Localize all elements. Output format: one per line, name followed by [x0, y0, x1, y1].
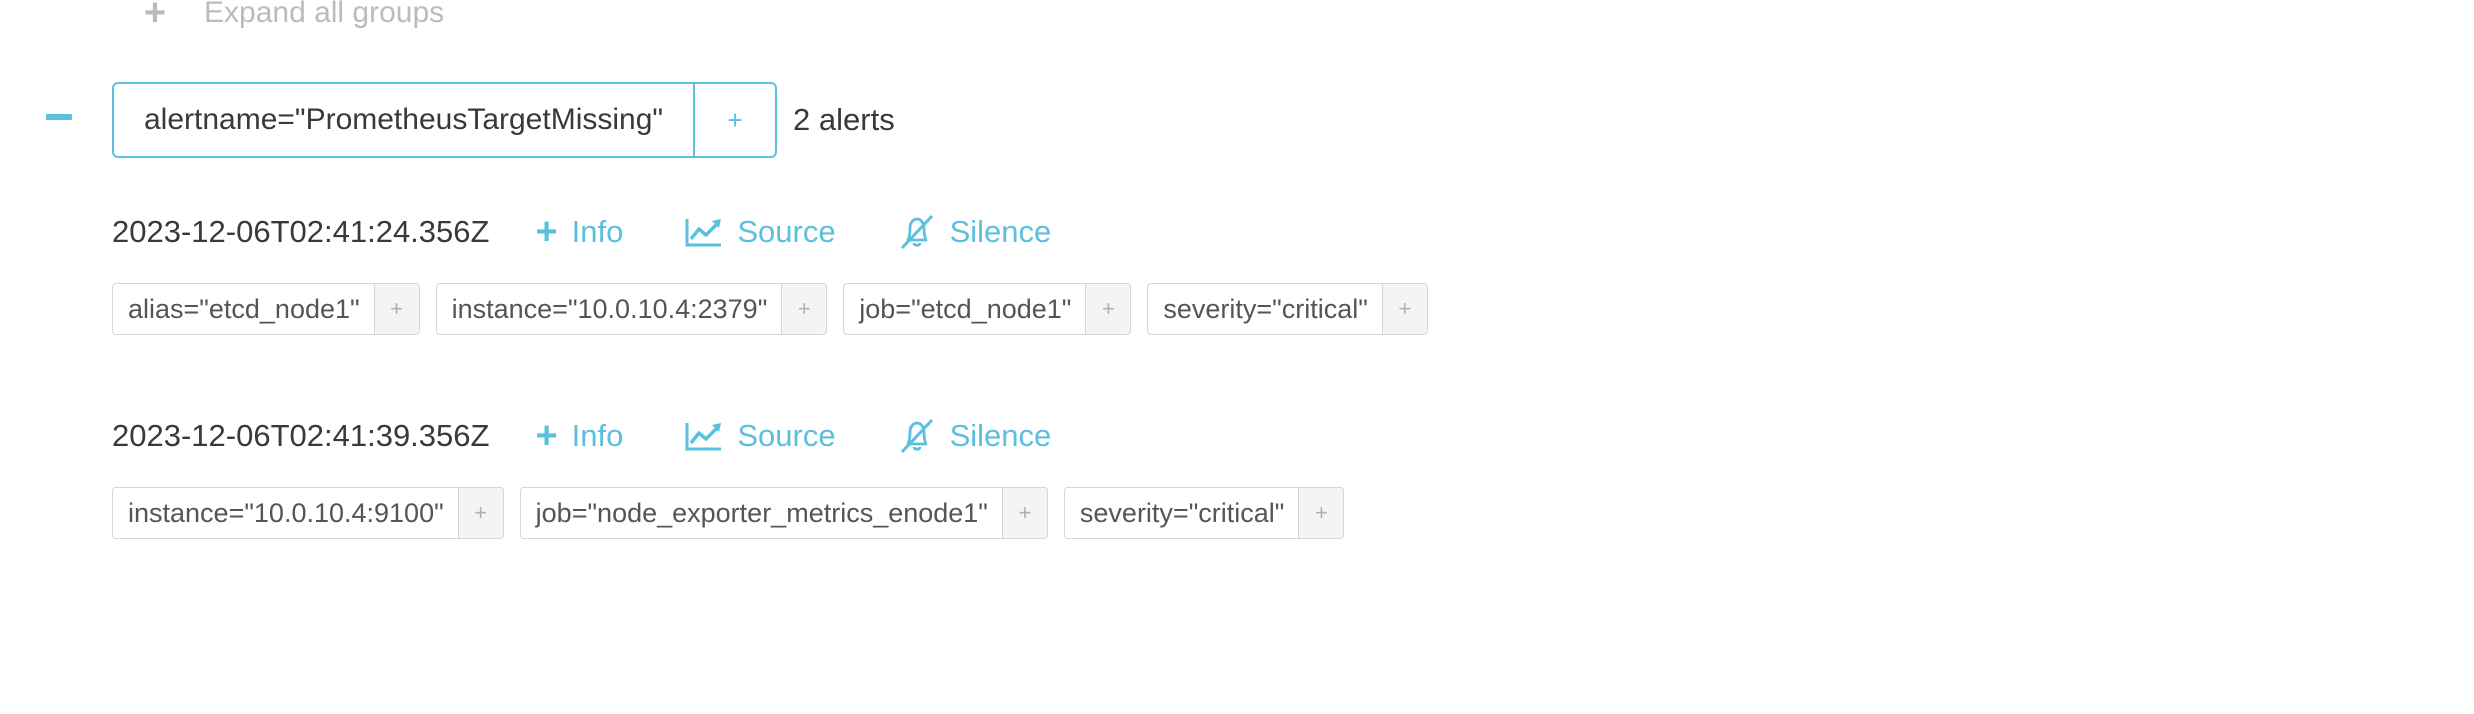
- label-severity: severity="critical" +: [1063, 487, 1345, 539]
- bell-slash-icon: [900, 418, 933, 454]
- silence-label: Silence: [949, 418, 1052, 453]
- label-job: job="etcd_node1" +: [843, 283, 1132, 335]
- label-text[interactable]: alias="etcd_node1": [113, 284, 374, 334]
- group-matcher-add-button[interactable]: +: [693, 84, 775, 156]
- info-button[interactable]: + Info: [535, 415, 624, 457]
- alert-count: 2 alerts: [793, 102, 895, 137]
- label-text[interactable]: severity="critical": [1148, 284, 1381, 334]
- silence-button[interactable]: Silence: [898, 418, 1052, 454]
- source-label: Source: [737, 418, 836, 453]
- label-alias: alias="etcd_node1" +: [112, 283, 420, 335]
- group-matcher-label: alertname="PrometheusTargetMissing": [144, 103, 664, 136]
- plus-icon: +: [143, 0, 167, 34]
- alert-header: 2023-12-06T02:41:39.356Z + Info Source S…: [112, 411, 1360, 461]
- alert-header: 2023-12-06T02:41:24.356Z + Info Source S…: [112, 207, 1444, 257]
- group-header: alertname="PrometheusTargetMissing" + 2 …: [112, 82, 895, 158]
- collapse-group-button[interactable]: [46, 114, 72, 120]
- alert-labels: instance="10.0.10.4:9100" + job="node_ex…: [112, 487, 1360, 539]
- label-instance: instance="10.0.10.4:9100" +: [112, 487, 504, 539]
- alert-labels: alias="etcd_node1" + instance="10.0.10.4…: [112, 283, 1444, 335]
- alert-item: 2023-12-06T02:41:24.356Z + Info Source S…: [112, 207, 1444, 335]
- plus-icon: +: [535, 211, 558, 253]
- label-add-filter-button[interactable]: +: [781, 284, 827, 334]
- silence-button[interactable]: Silence: [898, 214, 1052, 250]
- label-text[interactable]: instance="10.0.10.4:2379": [437, 284, 782, 334]
- source-button[interactable]: Source: [685, 418, 836, 454]
- silence-label: Silence: [949, 214, 1052, 249]
- label-instance: instance="10.0.10.4:2379" +: [435, 283, 828, 335]
- source-label: Source: [737, 214, 836, 249]
- label-add-filter-button[interactable]: +: [1298, 488, 1344, 538]
- alert-item: 2023-12-06T02:41:39.356Z + Info Source S…: [112, 411, 1360, 539]
- plus-icon: +: [535, 415, 558, 457]
- label-severity: severity="critical" +: [1147, 283, 1428, 335]
- label-add-filter-button[interactable]: +: [373, 284, 419, 334]
- label-add-filter-button[interactable]: +: [1085, 284, 1131, 334]
- chart-line-icon: [685, 219, 722, 247]
- alert-group-page: + Expand all groups alertname="Prometheu…: [0, 0, 2474, 714]
- expand-all-label: Expand all groups: [204, 0, 445, 29]
- label-text[interactable]: severity="critical": [1065, 488, 1298, 538]
- label-add-filter-button[interactable]: +: [457, 488, 503, 538]
- alert-timestamp: 2023-12-06T02:41:39.356Z: [112, 418, 490, 453]
- chart-line-icon: [685, 423, 722, 451]
- label-add-filter-button[interactable]: +: [1001, 488, 1047, 538]
- group-matcher: alertname="PrometheusTargetMissing" +: [112, 82, 778, 158]
- info-button[interactable]: + Info: [535, 211, 624, 253]
- label-add-filter-button[interactable]: +: [1381, 284, 1427, 334]
- info-label: Info: [571, 214, 624, 249]
- label-text[interactable]: job="node_exporter_metrics_enode1": [521, 488, 1002, 538]
- expand-all-groups-button[interactable]: + Expand all groups: [140, 0, 444, 32]
- info-label: Info: [571, 418, 624, 453]
- label-text[interactable]: instance="10.0.10.4:9100": [113, 488, 458, 538]
- alert-timestamp: 2023-12-06T02:41:24.356Z: [112, 214, 490, 249]
- source-button[interactable]: Source: [685, 214, 836, 250]
- bell-slash-icon: [900, 214, 933, 250]
- label-job: job="node_exporter_metrics_enode1" +: [519, 487, 1048, 539]
- label-text[interactable]: job="etcd_node1": [844, 284, 1085, 334]
